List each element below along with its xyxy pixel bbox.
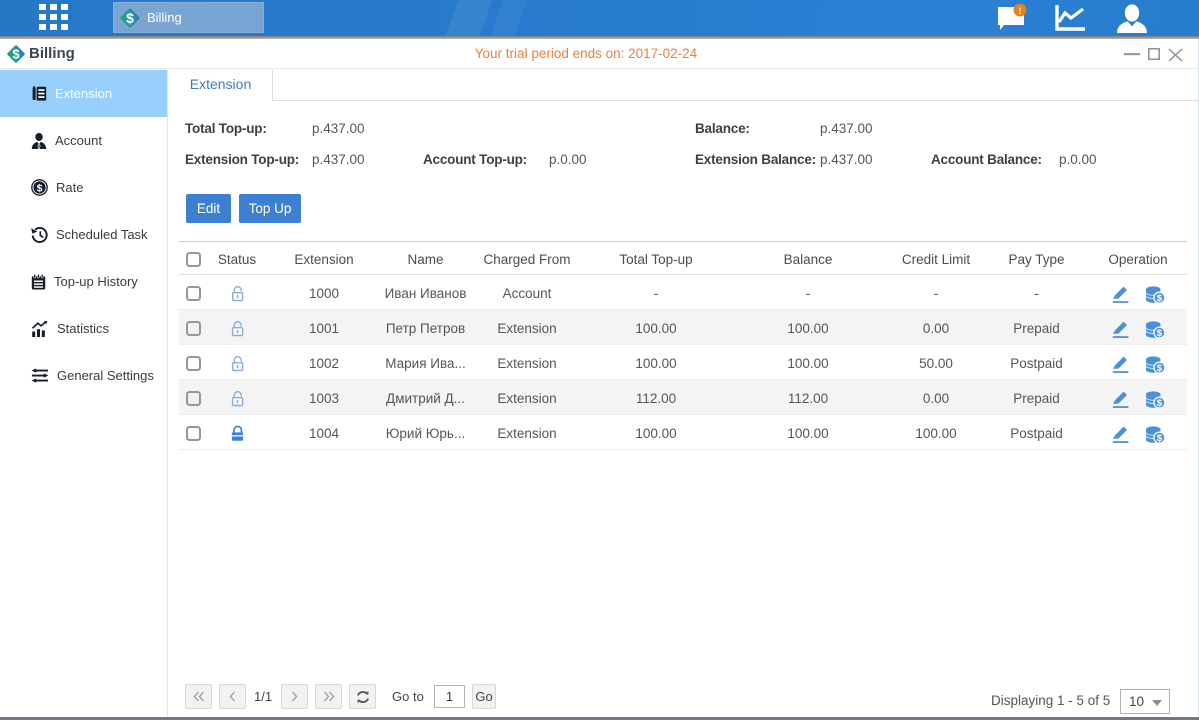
svg-text:!: !	[1019, 6, 1022, 16]
svg-text:$: $	[1156, 363, 1162, 374]
svg-text:$: $	[1156, 433, 1162, 444]
svg-text:$: $	[37, 182, 43, 194]
svg-text:$: $	[126, 9, 134, 25]
svg-text:$: $	[1156, 293, 1162, 304]
svg-text:$: $	[1156, 398, 1162, 409]
svg-text:$: $	[1156, 328, 1162, 339]
